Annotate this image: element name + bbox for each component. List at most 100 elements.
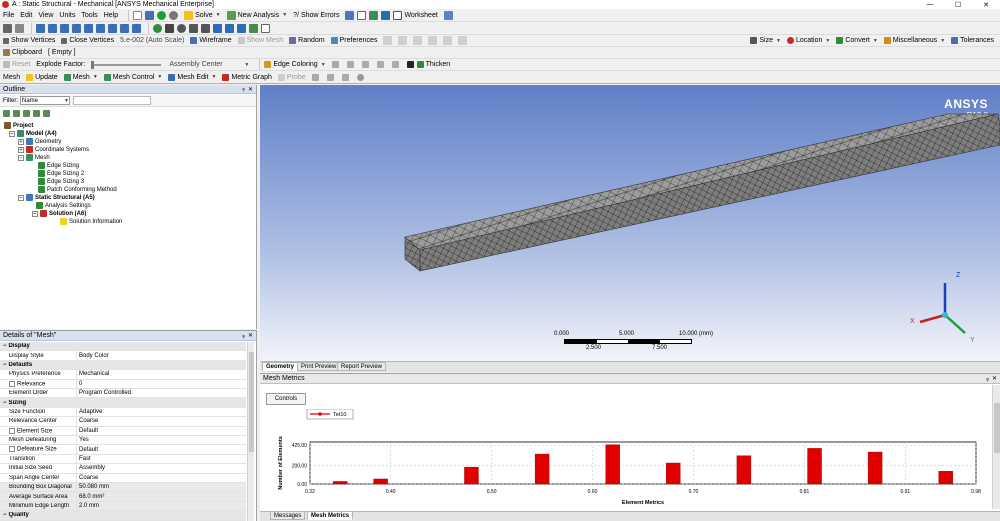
edge-icon[interactable] [48,23,57,33]
scrollbar-thumb[interactable] [249,352,254,452]
collapse-icon[interactable]: − [18,194,24,201]
slider-handle[interactable] [91,60,95,69]
reset-button[interactable]: Reset [3,61,30,68]
grid-icon[interactable] [345,10,355,20]
tree-item-static-structural[interactable]: − Static Structural (A5) [18,194,95,201]
details-row[interactable]: Minimum Edge Length 2.0 mm [0,501,246,512]
scope-icon[interactable] [413,36,423,45]
scope-icon[interactable] [398,36,408,45]
previous-view-icon[interactable] [225,23,234,33]
face-icon[interactable] [60,23,69,33]
tab-geometry[interactable]: Geometry [262,362,299,371]
details-section-header[interactable]: − Defaults [0,360,246,371]
tab-report-preview[interactable]: Report Preview [337,362,387,371]
property-value[interactable]: 0 [76,379,246,388]
search-tree-icon[interactable] [43,109,50,117]
details-row[interactable]: Size Function Adaptive [0,407,246,418]
tree-item-geometry[interactable]: + Geometry [18,138,61,145]
clipboard-button[interactable]: Clipboard [3,49,42,56]
filter-input[interactable] [73,96,151,105]
edge-style-icon[interactable] [376,61,384,68]
zoom-icon[interactable] [177,23,186,33]
tree-item-analysis-settings[interactable]: Analysis Settings [36,202,91,209]
chart-bar[interactable] [807,448,822,485]
collapse-icon[interactable]: − [3,343,7,349]
filter-dropdown[interactable]: Name ▼ [20,96,70,105]
scope-icon[interactable] [443,36,453,45]
tab-messages[interactable]: Messages [270,511,306,520]
select-body-icon[interactable] [120,23,129,33]
edge-style-icon[interactable] [391,61,399,68]
size-dropdown[interactable]: Size ▼ [750,37,781,44]
controls-button[interactable]: Controls [266,393,306,405]
miscellaneous-dropdown[interactable]: Miscellaneous ▼ [883,37,945,44]
property-value[interactable]: Coarse [76,417,246,426]
maximize-button[interactable]: ☐ [944,1,972,9]
checkbox[interactable] [9,380,15,387]
menu-help[interactable]: Help [104,12,118,19]
minimize-button[interactable]: — [916,1,944,8]
details-row[interactable]: Average Surface Area 68.0 mm² [0,492,246,502]
zoom-box-icon[interactable] [189,23,198,33]
menu-units[interactable]: Units [59,12,75,19]
property-value[interactable]: Body Color [76,351,246,360]
collapse-icon[interactable]: − [3,400,7,406]
property-value[interactable]: Assembly [76,464,246,473]
viewport-icon[interactable] [261,23,270,33]
sphere-icon[interactable] [356,73,364,81]
tree-item-patch-conforming[interactable]: Patch Conforming Method [38,186,117,193]
close-icon[interactable]: ✕ [248,332,253,339]
show-errors-button[interactable]: ?/ Show Errors [293,12,339,19]
collapse-icon[interactable]: − [3,362,7,368]
checkbox[interactable] [9,427,15,434]
rotate-icon[interactable] [153,23,162,33]
isometric-icon[interactable] [249,23,258,33]
show-vertices-button[interactable]: Show Vertices [3,37,55,44]
gear-icon[interactable] [169,10,179,20]
vertex-icon[interactable] [36,23,45,33]
pin-icon[interactable]: ᵩ [242,333,245,339]
magnifier-icon[interactable] [213,23,222,33]
property-value[interactable]: Adaptive [76,407,246,417]
tree-item-edge-sizing-3[interactable]: Edge Sizing 3 [38,178,84,185]
tab-print-preview[interactable]: Print Preview [297,362,341,371]
details-row[interactable]: Initial Size Seed Assembly [0,464,246,474]
probe-button[interactable]: Probe [277,73,306,81]
tree-item-mesh[interactable]: − Mesh [18,154,50,161]
edge-style-icon[interactable] [346,61,354,68]
details-row[interactable]: Transition Fast [0,454,246,465]
zoom-fit-icon[interactable] [201,23,210,33]
location-dropdown[interactable]: Location ▼ [786,37,830,44]
graphics-viewport[interactable]: ANSYS R19.0 0.000 5.000 10.000 (mm) 2.50… [260,85,1000,361]
wireframe-button[interactable]: Wireframe [190,37,232,44]
chart-bar[interactable] [736,455,752,485]
edge-coloring-dropdown[interactable]: Edge Coloring ▼ [264,61,326,68]
mesh-dropdown[interactable]: Mesh ▼ [63,73,98,81]
tree-item-model[interactable]: − Model (A4) [9,130,57,137]
pin-icon[interactable] [406,61,414,68]
random-button[interactable]: Random [289,37,325,44]
assembly-center-dropdown[interactable]: Assembly Center ▼ [169,61,249,68]
metrics-scrollbar[interactable] [992,385,1000,509]
pin-icon[interactable]: ᵩ [986,376,989,382]
preferences-button[interactable]: Preferences [330,37,377,44]
close-vertices-button[interactable]: Close Vertices [61,37,114,44]
text-icon[interactable] [357,10,367,20]
element-icon[interactable] [96,23,105,33]
details-section-header[interactable]: − Sizing [0,398,246,408]
update-button[interactable]: Update [26,73,58,81]
collapse-icon[interactable]: − [18,154,24,161]
chart-bar[interactable] [333,481,348,485]
details-row[interactable]: Element Size Default [0,426,246,436]
expand-all-icon[interactable] [3,109,10,117]
tool-icon[interactable] [326,73,334,81]
chart-bar[interactable] [464,466,479,485]
details-section-header[interactable]: − Quality [0,511,246,521]
tolerances-button[interactable]: Tolerances [951,37,994,44]
worksheet-button[interactable]: Worksheet [393,10,438,20]
metric-graph-button[interactable]: Metric Graph [222,73,272,81]
details-section-header[interactable]: − Display [0,342,246,352]
chart-bar[interactable] [867,451,883,485]
tree-item-project[interactable]: Project [4,122,33,129]
tree-item-edge-sizing-2[interactable]: Edge Sizing 2 [38,170,84,177]
